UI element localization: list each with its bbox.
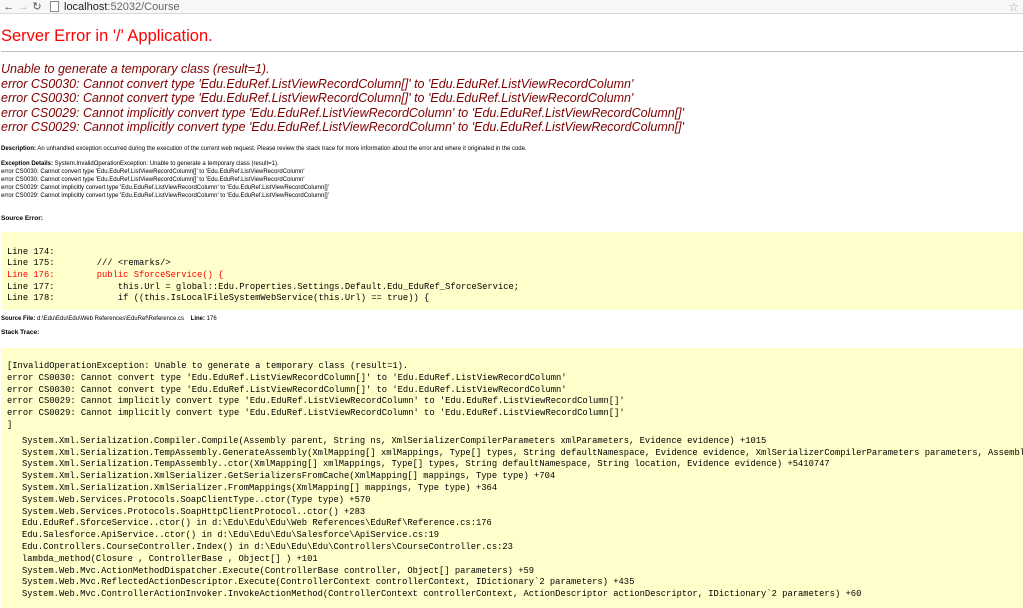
error-line: error CS0030: Cannot convert type 'Edu.E… <box>1 76 634 91</box>
stack-frame: System.Web.Mvc.ActionMethodDispatcher.Ex… <box>22 565 535 576</box>
line-label: Line: <box>190 316 205 323</box>
address-bar[interactable]: localhost:52032/Course <box>64 1 180 13</box>
source-file-path: d:\Edu\Edu\Edu\Web References\EduRef\Ref… <box>35 316 184 323</box>
stack-frame: System.Xml.Serialization.XmlSerializer.G… <box>22 471 556 482</box>
stack-frame: System.Web.Services.Protocols.SoapHttpCl… <box>22 506 366 517</box>
error-summary: Unable to generate a temporary class (re… <box>1 62 1023 135</box>
stack-frame: System.Xml.Serialization.TempAssembly..c… <box>22 459 830 470</box>
source-line-highlighted: Line 176: public SforceService() { <box>7 269 224 280</box>
stack-frame: Edu.EduRef.SforceService..ctor() in d:\E… <box>22 518 492 529</box>
error-line: error CS0029: Cannot implicitly convert … <box>1 105 685 120</box>
page-title: Server Error in '/' Application. <box>1 27 213 45</box>
line-number: 176 <box>205 316 217 323</box>
source-code-block: Line 174: Line 175: /// <remarks/> Line 17… <box>1 231 1023 311</box>
error-line: error CS0030: Cannot convert type 'Edu.E… <box>1 91 634 105</box>
stack-frame: Edu.Controllers.CourseController.Index()… <box>22 541 513 552</box>
back-arrow-icon[interactable]: ← <box>2 1 16 13</box>
stack-frame: System.Xml.Serialization.TempAssembly.Ge… <box>22 447 1023 458</box>
stack-header-line: error CS0030: Cannot convert type 'Edu.E… <box>7 384 567 395</box>
source-line: Line 178: if ((this.IsLocalFileSystemWeb… <box>7 293 430 304</box>
source-line: Line 177: this.Url = global::Edu.Propert… <box>7 281 520 292</box>
exception-label: Exception Details: <box>1 160 54 167</box>
stack-header-line: error CS0030: Cannot convert type 'Edu.E… <box>7 372 567 383</box>
page-icon <box>50 1 59 12</box>
stack-header-line: [InvalidOperationException: Unable to ge… <box>7 361 409 372</box>
source-file-label: Source File: <box>1 316 36 323</box>
stack-header-line: error CS0029: Cannot implicitly convert … <box>7 408 625 419</box>
error-line: error CS0029: Cannot implicitly convert … <box>1 120 685 134</box>
exception-line: error CS0029: Cannot implicitly convert … <box>1 184 329 191</box>
source-error-label: Source Error: <box>1 214 43 222</box>
source-line: Line 175: /// <remarks/> <box>7 258 171 269</box>
stack-frame: System.Web.Mvc.ReflectedActionDescriptor… <box>22 577 635 588</box>
description: Description: An unhandled exception occu… <box>1 145 1023 153</box>
stack-trace-label: Stack Trace: <box>1 329 40 337</box>
exception-details: Exception Details: System.InvalidOperati… <box>1 160 1023 200</box>
error-line: Unable to generate a temporary class (re… <box>1 62 270 76</box>
stack-frame: System.Web.Mvc.ControllerActionInvoker.I… <box>22 589 862 600</box>
exception-line: error CS0029: Cannot implicitly convert … <box>1 192 329 199</box>
stack-header-line: ] <box>7 420 13 430</box>
bookmark-star-icon[interactable]: ☆ <box>1008 0 1019 14</box>
source-file-info: Source File: d:\Edu\Edu\Edu\Web Referenc… <box>1 316 1023 322</box>
description-label: Description: <box>1 145 37 152</box>
exception-line: error CS0030: Cannot convert type 'Edu.E… <box>1 176 305 183</box>
url-path: :52032/Course <box>107 0 180 13</box>
stack-frame: Edu.Salesforce.ApiService..ctor() in d:\… <box>22 530 440 541</box>
stack-frame: System.Web.Services.Protocols.SoapClient… <box>22 494 371 505</box>
exception-text: System.InvalidOperationException: Unable… <box>53 160 279 167</box>
stack-trace-block: [InvalidOperationException: Unable to ge… <box>1 348 1023 608</box>
stack-header-line: error CS0029: Cannot implicitly convert … <box>7 396 625 407</box>
browser-toolbar: ← → ↻ localhost:52032/Course ☆ <box>0 0 1023 14</box>
stack-frame: System.Xml.Serialization.XmlSerializer.F… <box>22 482 498 493</box>
description-text: An unhandled exception occurred during t… <box>36 145 527 152</box>
title-divider <box>1 51 1023 52</box>
reload-icon[interactable]: ↻ <box>30 1 44 13</box>
exception-line: error CS0030: Cannot convert type 'Edu.E… <box>1 168 305 175</box>
forward-arrow-icon[interactable]: → <box>16 1 30 13</box>
stack-frame: System.Xml.Serialization.Compiler.Compil… <box>22 435 767 446</box>
error-page: Server Error in '/' Application. Unable … <box>0 26 1023 608</box>
url-host: localhost <box>64 0 108 13</box>
stack-frame: lambda_method(Closure , ControllerBase ,… <box>22 553 318 564</box>
source-line: Line 174: <box>7 246 55 257</box>
